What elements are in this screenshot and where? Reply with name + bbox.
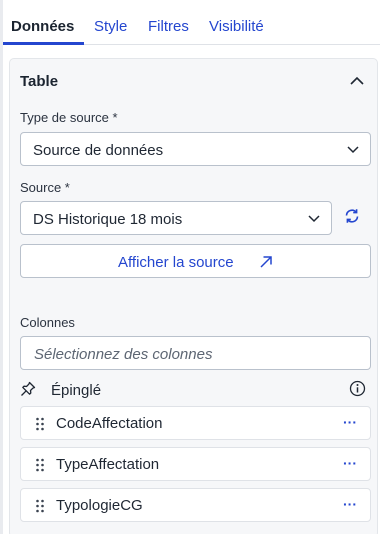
tab-visibilite[interactable]: Visibilité [209, 18, 264, 35]
left-divider [0, 0, 3, 534]
source-select[interactable]: DS Historique 18 mois [20, 201, 332, 235]
chevron-up-icon [350, 76, 364, 85]
external-link-icon [260, 256, 272, 268]
active-tab-indicator [3, 42, 84, 45]
refresh-icon [345, 209, 359, 223]
tab-donnees[interactable]: Données [11, 18, 74, 35]
refresh-button[interactable] [343, 207, 361, 225]
column-item[interactable]: TypologieCG ··· [20, 488, 371, 522]
source-type-label: Type de source * [20, 110, 118, 125]
view-source-label: Afficher la source [118, 254, 234, 271]
view-source-button[interactable]: Afficher la source [20, 244, 371, 278]
more-icon[interactable]: ··· [343, 496, 357, 512]
drag-handle-icon[interactable] [35, 417, 45, 431]
drag-handle-icon[interactable] [35, 458, 45, 472]
tab-filtres[interactable]: Filtres [148, 18, 189, 35]
columns-label: Colonnes [20, 315, 75, 330]
collapse-button[interactable] [347, 71, 367, 91]
source-type-value: Source de données [33, 142, 164, 159]
source-value: DS Historique 18 mois [33, 211, 183, 228]
column-item[interactable]: CodeAffectation ··· [20, 406, 371, 440]
columns-select-input[interactable]: Sélectionnez des colonnes [20, 336, 371, 370]
chevron-down-icon [347, 146, 359, 154]
chevron-down-icon [308, 215, 320, 223]
column-name: TypeAffectation [56, 456, 160, 473]
info-icon[interactable] [349, 380, 366, 397]
more-icon[interactable]: ··· [343, 455, 357, 471]
columns-placeholder: Sélectionnez des colonnes [34, 346, 213, 363]
drag-handle-icon[interactable] [35, 499, 45, 513]
panel-title: Table [20, 73, 59, 90]
tab-bar: Données Style Filtres Visibilité [3, 0, 380, 45]
source-type-select[interactable]: Source de données [20, 132, 371, 166]
pin-icon [21, 381, 36, 396]
source-label: Source * [20, 180, 70, 195]
pinned-section-label: Épinglé [51, 382, 102, 399]
column-name: TypologieCG [56, 497, 143, 514]
column-item[interactable]: TypeAffectation ··· [20, 447, 371, 481]
tab-style[interactable]: Style [94, 18, 127, 35]
more-icon[interactable]: ··· [343, 414, 357, 430]
table-settings-panel: Table Type de source * Source de données… [9, 58, 378, 534]
column-name: CodeAffectation [56, 415, 163, 432]
